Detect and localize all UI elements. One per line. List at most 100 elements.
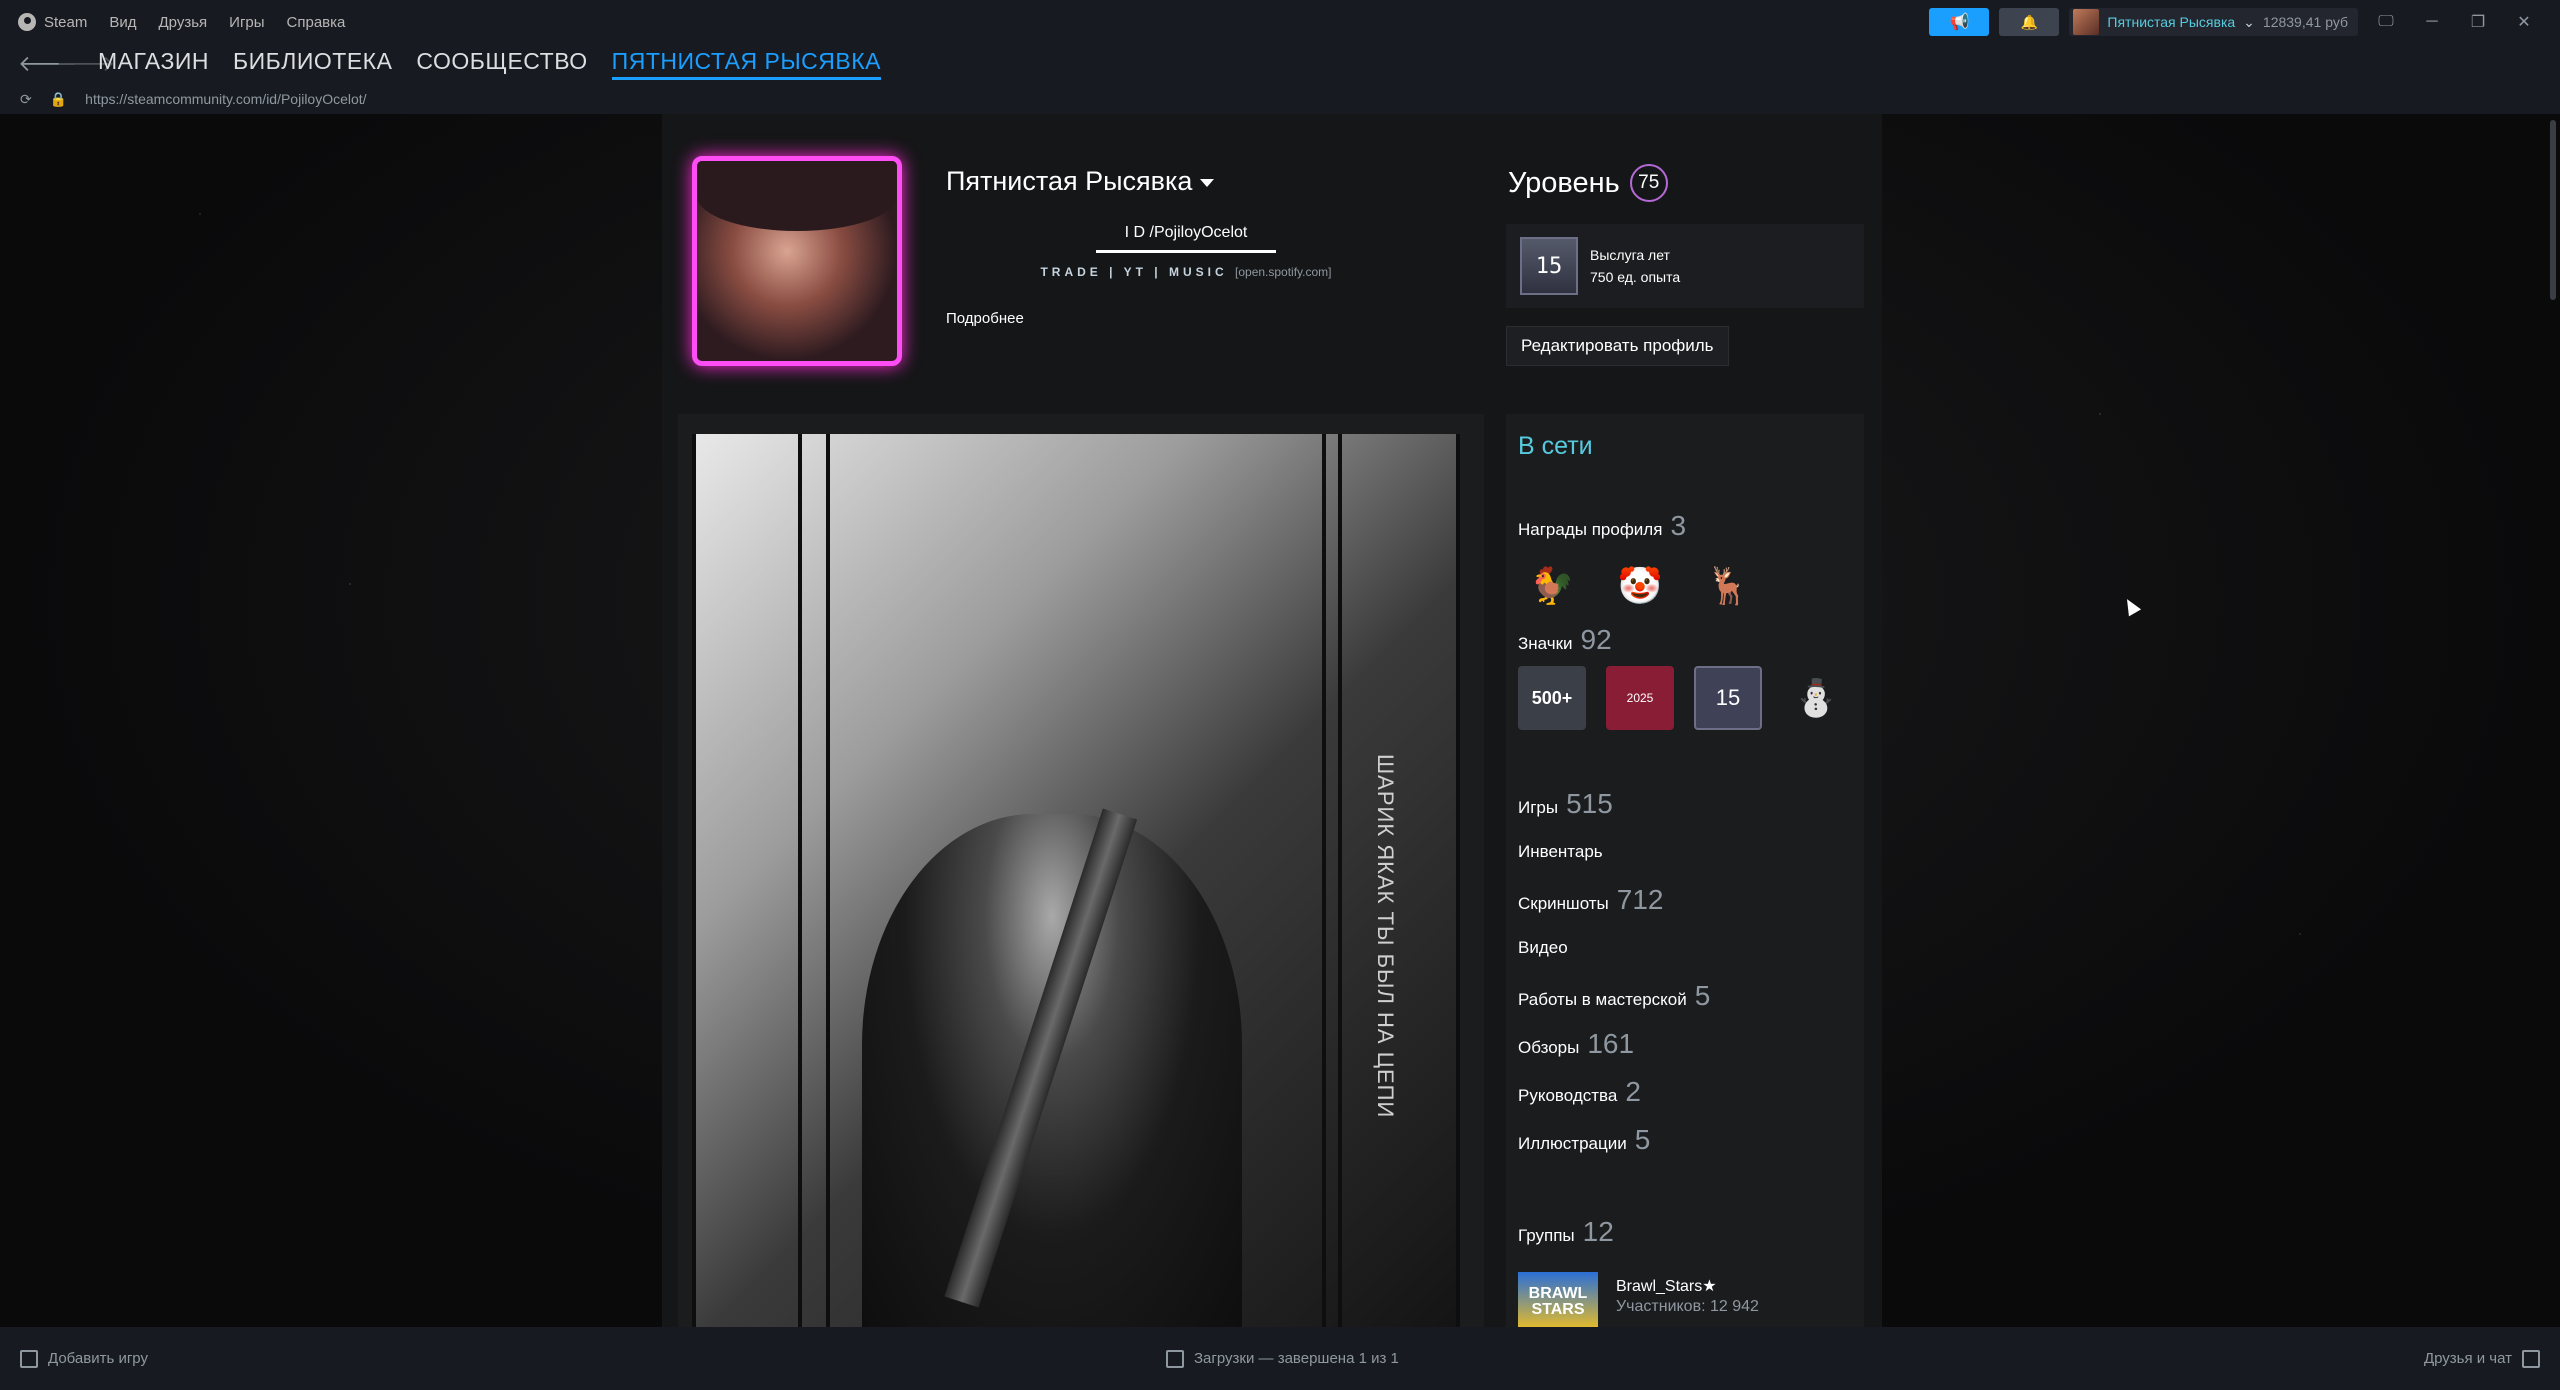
reload-icon[interactable]: ⟳: [20, 91, 32, 108]
stat-workshop[interactable]: Работы в мастерской 5: [1518, 980, 1710, 1012]
menu-friends[interactable]: Друзья: [159, 14, 208, 31]
lock-icon: 🔒: [49, 90, 68, 107]
group-members: Участников: 12 942: [1616, 1298, 1759, 1315]
stat-count: 5: [1694, 980, 1711, 1011]
link-trade[interactable]: TRADE: [1040, 265, 1101, 279]
awards-link[interactable]: Награды профиля 3: [1518, 510, 1686, 542]
artwork-caption: ШАРИК ЯКАК ТЫ БЫЛ НА ЦЕПИ: [1373, 754, 1398, 1119]
minimize-icon[interactable]: ─: [2414, 8, 2450, 36]
downloads-status[interactable]: Загрузки — завершена 1 из 1: [1166, 1349, 1399, 1368]
plus-icon: [20, 1349, 38, 1368]
clown-award-icon[interactable]: 🤡: [1606, 554, 1674, 618]
artwork-image[interactable]: ШАРИК ЯКАК ТЫ БЫЛ НА ЦЕПИ: [692, 434, 1460, 1327]
summary-id: I D /PojiloyOcelot: [1124, 224, 1248, 241]
divider: [1096, 250, 1276, 253]
title-bar: Steam Вид Друзья Игры Справка 📢 🔔 Пятнис…: [0, 0, 2560, 44]
menu-games[interactable]: Игры: [229, 14, 264, 31]
announcements-button[interactable]: 📢: [1929, 8, 1990, 36]
profile-name-dropdown[interactable]: Пятнистая Рысявка: [946, 166, 1215, 197]
groups-label: Группы: [1518, 1226, 1575, 1245]
years-badge-icon: 15: [1520, 237, 1578, 295]
downloads-label: Загрузки — завершена 1 из 1: [1194, 1350, 1399, 1367]
tab-library[interactable]: БИБЛИОТЕКА: [233, 48, 392, 80]
steam-menu[interactable]: Steam: [18, 13, 87, 31]
edit-profile-button[interactable]: Редактировать профиль: [1506, 326, 1729, 366]
mouse-cursor-icon: [2120, 595, 2142, 617]
more-link[interactable]: Подробнее: [946, 310, 1024, 327]
badges-link[interactable]: Значки 92: [1518, 624, 1612, 656]
badge-years-icon[interactable]: 15: [1694, 666, 1762, 730]
group-name[interactable]: Brawl_Stars★: [1616, 1276, 1717, 1296]
badge-2025-icon[interactable]: 2025: [1606, 666, 1674, 730]
page-content: Пятнистая Рысявка I D /PojiloyOcelot TRA…: [0, 114, 2560, 1327]
profile-sidebar: В сети Награды профиля 3 🐓 🤡 🦌 Значки 92…: [1506, 414, 1864, 1327]
notifications-button[interactable]: 🔔: [1999, 8, 2060, 36]
stat-inventory[interactable]: Инвентарь: [1518, 842, 1603, 862]
awards-label: Награды профиля: [1518, 520, 1663, 539]
forward-arrow-icon[interactable]: 🡒: [56, 51, 115, 77]
stat-games[interactable]: Игры 515: [1518, 788, 1613, 820]
avatar: [2073, 9, 2100, 35]
page-url[interactable]: https://steamcommunity.com/id/PojiloyOce…: [85, 91, 366, 107]
close-icon[interactable]: ✕: [2506, 8, 2542, 36]
stat-artwork[interactable]: Иллюстрации 5: [1518, 1124, 1650, 1156]
tab-profile[interactable]: ПЯТНИСТАЯ РЫСЯВКА: [611, 48, 881, 80]
spotify-link[interactable]: [open.spotify.com]: [1235, 265, 1332, 279]
stat-label: Игры: [1518, 798, 1559, 817]
stat-label: Обзоры: [1518, 1038, 1580, 1057]
friends-chat-label: Друзья и чат: [2423, 1350, 2512, 1367]
rooster-award-icon[interactable]: 🐓: [1518, 554, 1586, 618]
artwork-showcase: ШАРИК ЯКАК ТЫ БЫЛ НА ЦЕПИ: [678, 414, 1484, 1327]
snowman-badge-icon[interactable]: ⛄: [1782, 666, 1850, 730]
group-avatar[interactable]: BRAWL STARS: [1518, 1272, 1598, 1327]
link-yt[interactable]: YT: [1124, 265, 1147, 279]
tab-community[interactable]: СООБЩЕСТВО: [416, 48, 587, 80]
megaphone-icon: 📢: [1949, 14, 1970, 31]
stat-count: 712: [1616, 884, 1664, 915]
stat-guides[interactable]: Руководства 2: [1518, 1076, 1641, 1108]
level-label: Уровень: [1508, 166, 1620, 199]
add-game-button[interactable]: Добавить игру: [20, 1349, 148, 1368]
steam-menu-label: Steam: [44, 13, 88, 31]
awards-count: 3: [1670, 510, 1687, 541]
online-status: В сети: [1518, 432, 1593, 460]
link-music[interactable]: MUSIC: [1169, 265, 1228, 279]
stat-videos[interactable]: Видео: [1518, 938, 1568, 958]
bell-icon: 🔔: [2020, 13, 2039, 30]
deer-award-icon[interactable]: 🦌: [1694, 554, 1762, 618]
stat-label: Иллюстрации: [1518, 1134, 1627, 1153]
add-game-label: Добавить игру: [48, 1350, 148, 1367]
level-badge: 75: [1629, 164, 1668, 202]
groups-link[interactable]: Группы 12: [1518, 1216, 1614, 1248]
years-of-service[interactable]: 15 Выслуга лет 750 ед. опыта: [1506, 224, 1864, 308]
menu-view[interactable]: Вид: [109, 14, 136, 31]
badge-500-icon[interactable]: 500+: [1518, 666, 1586, 730]
menu-help[interactable]: Справка: [287, 14, 346, 31]
scrollbar[interactable]: [2550, 120, 2556, 300]
wallet-balance: 12839,41 руб: [2262, 14, 2348, 30]
friends-chat-button[interactable]: Друзья и чат: [2423, 1349, 2540, 1368]
stat-count: 161: [1587, 1028, 1635, 1059]
stat-label: Работы в мастерской: [1518, 990, 1687, 1009]
back-arrow-icon[interactable]: 🡐: [18, 51, 77, 77]
stat-reviews[interactable]: Обзоры 161: [1518, 1028, 1634, 1060]
chevron-down-icon: ⌄: [2243, 13, 2255, 30]
stat-label: Руководства: [1518, 1086, 1618, 1105]
stat-label: Видео: [1518, 938, 1568, 957]
footer-bar: Добавить игру Загрузки — завершена 1 из …: [0, 1327, 2560, 1390]
years-xp: 750 ед. опыта: [1590, 269, 1681, 285]
stat-count: 515: [1566, 788, 1613, 819]
groups-count: 12: [1582, 1216, 1614, 1247]
restore-icon[interactable]: ❐: [2460, 8, 2496, 36]
big-picture-icon[interactable]: 🖵: [2368, 8, 2404, 36]
profile-name: Пятнистая Рысявка: [946, 166, 1193, 196]
awards-row: 🐓 🤡 🦌: [1518, 554, 1762, 618]
url-bar: ⟳ 🔒 https://steamcommunity.com/id/Pojilo…: [0, 84, 2560, 114]
profile-summary: I D /PojiloyOcelot TRADE | YT | MUSIC [o…: [946, 224, 1426, 279]
stat-label: Инвентарь: [1518, 842, 1603, 861]
tab-store[interactable]: МАГАЗИН: [98, 48, 209, 80]
stat-count: 2: [1625, 1076, 1641, 1107]
account-menu[interactable]: Пятнистая Рысявка ⌄ 12839,41 руб: [2069, 8, 2358, 36]
stat-screenshots[interactable]: Скриншоты 712: [1518, 884, 1664, 916]
level-display: Уровень 75: [1508, 164, 1668, 202]
